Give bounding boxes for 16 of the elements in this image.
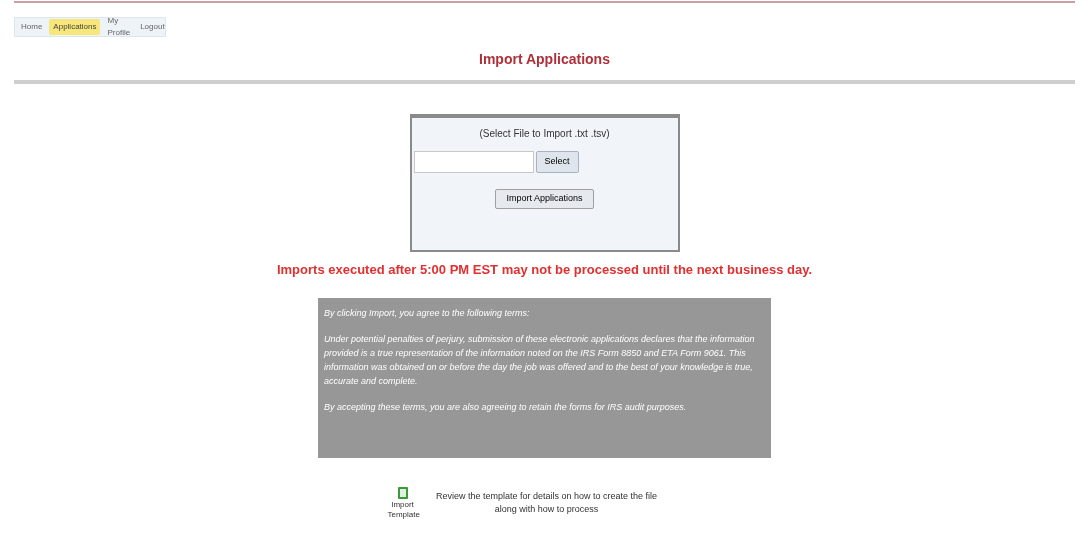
spreadsheet-icon[interactable] <box>396 485 409 500</box>
nav-tab[interactable]: Logout <box>137 19 168 35</box>
terms-paragraph: By clicking Import, you agree to the following terms: <box>324 306 531 320</box>
select-button[interactable]: Select <box>535 151 579 173</box>
nav-tab[interactable]: Applications <box>49 19 101 35</box>
file-label: (Select File to Import .txt .tsv) <box>479 127 610 141</box>
warning-text: Imports executed after 5:00 PM EST may not be processed until the next business day. <box>276 261 813 279</box>
terms-paragraph: By accepting these terms, you are also agreeing to retain the forms for IRS audit purposes. <box>324 400 688 414</box>
nav-tab[interactable]: My Profile <box>104 13 134 41</box>
import-button[interactable]: Import Applications <box>495 189 594 209</box>
template-description: Review the template for details on how to create the file along with how to process <box>434 489 659 516</box>
nav-tab[interactable]: Home <box>18 19 46 35</box>
page-title: Import Applications <box>479 50 610 69</box>
file-input-field[interactable] <box>413 151 534 173</box>
terms-paragraph: Under potential penalties of perjury, submission of these electronic applications declares that the information provided is a true representation of the information noted on the IRS Form 8850 and ETA Form 9061. This information was obtained on or before the day the job was offered and to the best of your knowledge is true, accurate and complete. <box>324 332 756 388</box>
template-link[interactable]: Import Template <box>387 499 418 520</box>
